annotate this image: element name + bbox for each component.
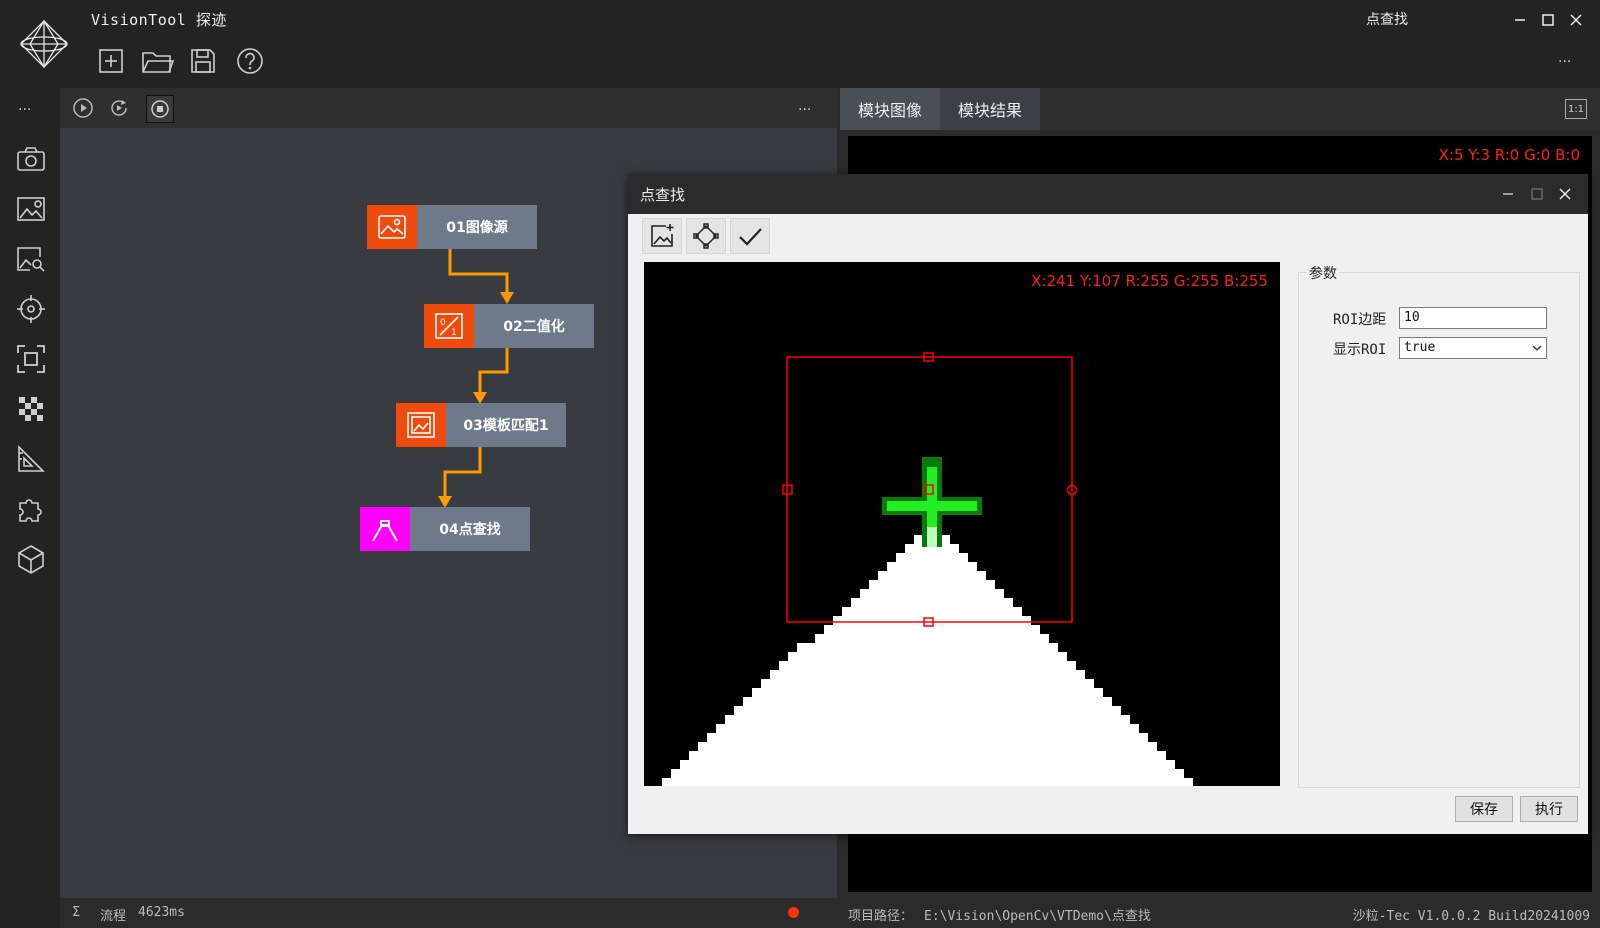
target-icon[interactable] — [15, 293, 47, 325]
ratio-button[interactable]: 1:1 — [1565, 99, 1587, 119]
binary-image — [653, 352, 1202, 786]
point-marker — [882, 457, 982, 547]
flow-label: 流程 — [100, 909, 127, 924]
cube-icon[interactable] — [15, 543, 47, 575]
point-find-icon — [360, 507, 410, 551]
dialog-maximize-icon[interactable] — [1527, 184, 1547, 204]
add-image-icon[interactable] — [642, 218, 682, 254]
roi-edit-icon[interactable] — [686, 218, 726, 254]
project-path: E:\Vision\OpenCv\VTDemo\点查找 — [924, 909, 1151, 924]
run-loop-icon[interactable] — [108, 97, 130, 119]
run-button[interactable]: 执行 — [1520, 796, 1578, 822]
roi-margin-input[interactable]: 10 — [1399, 307, 1547, 329]
dialog-pixel-info: X:241 Y:107 R:255 G:255 B:255 — [1031, 272, 1268, 290]
help-icon[interactable] — [235, 46, 265, 76]
new-file-icon[interactable] — [96, 46, 126, 76]
app-title: VisionTool 探迹 — [91, 11, 227, 29]
flow-node-label: 01图像源 — [417, 205, 537, 249]
roi-margin-label: ROI边距 — [1333, 312, 1387, 328]
image-icon — [367, 205, 417, 249]
dialog-title-bar: 点查找 — [628, 174, 1588, 214]
more-menu-icon[interactable]: ... — [1558, 50, 1571, 66]
tab-module-result[interactable]: 模块结果 — [940, 88, 1040, 130]
grid-icon[interactable] — [15, 393, 47, 425]
save-icon[interactable] — [188, 46, 218, 76]
pixel-info: X:5 Y:3 R:0 G:0 B:0 — [1438, 146, 1580, 164]
svg-text:1: 1 — [451, 328, 457, 338]
dialog-close-icon[interactable] — [1555, 184, 1575, 204]
rail-more-icon[interactable]: ... — [18, 98, 31, 114]
maximize-icon[interactable] — [1538, 10, 1558, 30]
flow-node-label: 02二值化 — [474, 304, 594, 348]
binary-icon: 01 — [424, 304, 474, 348]
puzzle-icon[interactable] — [15, 493, 47, 525]
dialog-image-view[interactable]: X:241 Y:107 R:255 G:255 B:255 — [644, 262, 1280, 786]
image-search-icon[interactable] — [15, 243, 47, 275]
show-roi-label: 显示ROI — [1333, 342, 1387, 358]
chevron-down-icon — [1532, 345, 1542, 351]
run-once-icon[interactable] — [72, 97, 94, 119]
save-button[interactable]: 保存 — [1455, 796, 1513, 822]
dialog-minimize-icon[interactable] — [1498, 184, 1518, 204]
close-icon[interactable] — [1566, 10, 1586, 30]
flow-node[interactable]: 01 02二值化 — [424, 304, 594, 348]
app-logo-icon — [18, 18, 70, 70]
params-group-title: 参数 — [1307, 263, 1339, 283]
flow-more-icon[interactable]: ... — [798, 98, 811, 114]
flow-node-label: 04点查找 — [410, 507, 530, 551]
minimize-icon[interactable] — [1510, 10, 1530, 30]
flow-node[interactable]: 03模板匹配1 — [396, 403, 566, 447]
version-info: 沙粒-Tec V1.0.0.2 Build20241009 — [1352, 909, 1590, 924]
params-group: 参数 ROI边距 10 显示ROI true — [1298, 263, 1580, 788]
right-status-bar: 项目路径： E:\Vision\OpenCv\VTDemo\点查找 沙粒-Tec… — [840, 898, 1600, 928]
camera-icon[interactable] — [15, 143, 47, 175]
flow-toolbar — [60, 88, 837, 128]
flow-node-label: 03模板匹配1 — [446, 403, 566, 447]
stop-icon[interactable] — [146, 95, 174, 123]
show-roi-value: true — [1404, 340, 1436, 355]
template-icon — [396, 403, 446, 447]
show-roi-select[interactable]: true — [1399, 337, 1547, 359]
flow-node[interactable]: 01图像源 — [367, 205, 537, 249]
image-settings-icon[interactable] — [15, 193, 47, 225]
sigma-icon: Σ — [72, 905, 81, 920]
flow-node[interactable]: 04点查找 — [360, 507, 530, 551]
flow-status-bar: Σ 流程 4623ms — [60, 898, 837, 928]
window-title: 点查找 — [1366, 12, 1408, 28]
open-folder-icon[interactable] — [141, 46, 175, 76]
dialog-title: 点查找 — [640, 186, 686, 204]
point-find-dialog: 点查找 X:241 Y:107 R:255 G:255 B:255 参数 ROI… — [628, 174, 1588, 834]
svg-text:0: 0 — [440, 318, 446, 328]
focus-icon[interactable] — [15, 343, 47, 375]
flow-time: 4623ms — [138, 905, 185, 920]
path-label: 项目路径： — [848, 909, 914, 924]
check-icon[interactable] — [730, 218, 770, 254]
status-indicator — [788, 907, 799, 918]
tab-module-image[interactable]: 模块图像 — [840, 88, 940, 130]
measure-icon[interactable] — [15, 443, 47, 475]
